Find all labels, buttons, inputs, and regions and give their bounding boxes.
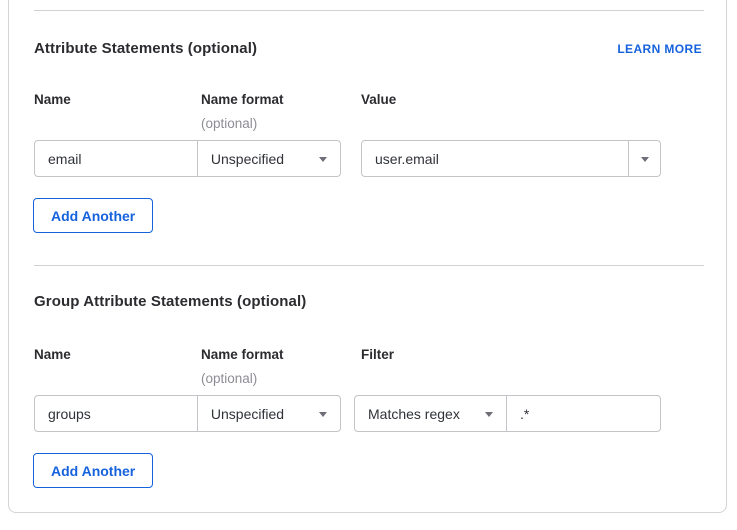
column-header-name-format: Name format: [201, 92, 284, 107]
column-header-optional-note: (optional): [201, 116, 257, 131]
chevron-down-icon: [485, 412, 493, 417]
group-attribute-statements-title: Group Attribute Statements (optional): [34, 293, 306, 310]
filter-expression-input[interactable]: [507, 396, 660, 431]
column-header-name-format: Name format: [201, 347, 284, 362]
chevron-down-icon: [319, 157, 327, 162]
learn-more-link[interactable]: LEARN MORE: [617, 42, 702, 56]
attribute-name-input[interactable]: [35, 141, 197, 176]
column-header-value: Value: [361, 92, 396, 107]
chevron-down-icon: [641, 157, 649, 162]
attribute-value-group: [361, 140, 661, 177]
add-another-attribute-button[interactable]: Add Another: [33, 198, 153, 233]
attribute-value-dropdown-button[interactable]: [628, 141, 660, 176]
column-header-name: Name: [34, 347, 71, 362]
filter-type-select[interactable]: Matches regex: [355, 396, 506, 431]
attribute-name-format-group: Unspecified: [34, 140, 341, 177]
settings-card: Attribute Statements (optional) LEARN MO…: [8, 0, 727, 513]
group-attribute-name-format-select[interactable]: Unspecified: [197, 396, 340, 431]
column-header-filter: Filter: [361, 347, 394, 362]
chevron-down-icon: [319, 412, 327, 417]
attribute-name-format-select[interactable]: Unspecified: [197, 141, 340, 176]
attribute-value-input[interactable]: [362, 141, 628, 176]
column-header-optional-note: (optional): [201, 371, 257, 386]
attribute-statements-title: Attribute Statements (optional): [34, 40, 257, 57]
add-another-group-attribute-button[interactable]: Add Another: [33, 453, 153, 488]
group-attribute-name-format-group: Unspecified: [34, 395, 341, 432]
section-divider: [34, 10, 704, 11]
section-divider: [34, 265, 704, 266]
group-attribute-filter-group: Matches regex: [354, 395, 661, 432]
column-header-name: Name: [34, 92, 71, 107]
group-attribute-name-input[interactable]: [35, 396, 197, 431]
